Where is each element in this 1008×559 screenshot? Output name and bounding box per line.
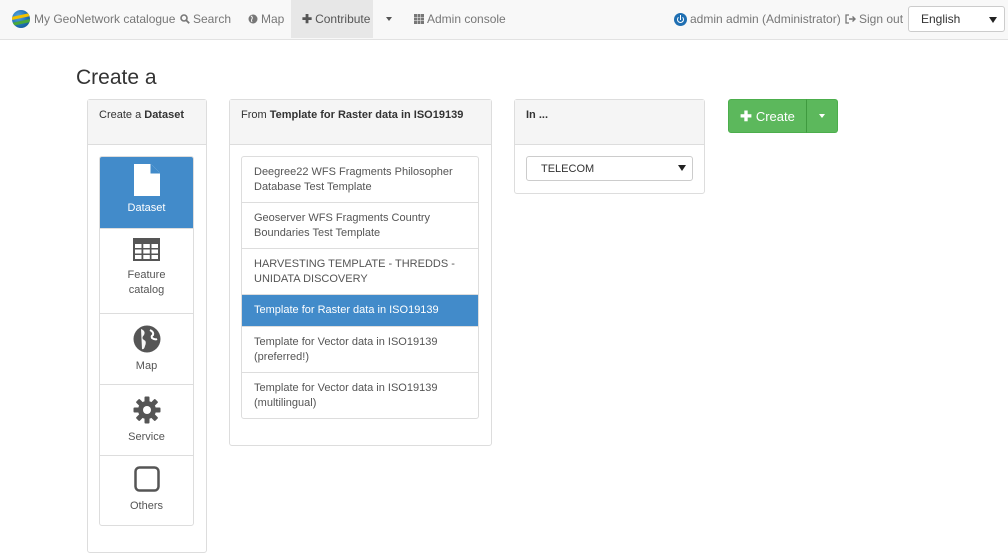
create-dropdown-toggle[interactable] bbox=[806, 99, 838, 133]
nav-search[interactable]: Search bbox=[180, 0, 231, 38]
square-icon bbox=[133, 466, 160, 492]
geonetwork-logo-icon bbox=[12, 10, 30, 28]
type-list: Dataset Feature catalog Map Service Othe… bbox=[99, 156, 194, 526]
type-item-service[interactable]: Service bbox=[100, 385, 193, 456]
type-item-dataset[interactable]: Dataset bbox=[100, 157, 193, 229]
template-panel-heading: From Template for Raster data in ISO1913… bbox=[230, 100, 491, 145]
cog-icon bbox=[133, 396, 160, 424]
nav-admin-console-label: Admin console bbox=[427, 12, 506, 26]
group-select-value: TELECOM bbox=[541, 162, 595, 175]
type-heading-prefix: Create a bbox=[99, 109, 145, 121]
type-item-feature-catalog[interactable]: Feature catalog bbox=[100, 229, 193, 314]
nav-admin-console[interactable]: Admin console bbox=[414, 0, 506, 38]
template-item[interactable]: Deegree22 WFS Fragments Philosopher Data… bbox=[242, 157, 478, 203]
type-item-label: Dataset bbox=[127, 202, 166, 214]
template-item-selected[interactable]: Template for Raster data in ISO19139 bbox=[242, 295, 478, 327]
group-panel: In ... TELECOM bbox=[514, 99, 705, 194]
file-icon bbox=[133, 164, 160, 196]
dropdown-arrow-icon bbox=[678, 165, 686, 171]
globe-icon bbox=[133, 325, 160, 353]
type-heading-type: Dataset bbox=[144, 109, 184, 121]
type-panel-heading: Create a Dataset bbox=[88, 100, 206, 145]
template-item-label: Geoserver WFS Fragments Country Boundari… bbox=[254, 211, 431, 239]
nav-map-label: Map bbox=[261, 12, 285, 26]
template-heading-prefix: From bbox=[241, 109, 270, 121]
nav-user-label: admin admin (Administrator) bbox=[690, 12, 841, 26]
sign-out-icon bbox=[845, 14, 856, 24]
chevron-down-icon bbox=[386, 17, 392, 21]
page-title: Create a bbox=[76, 66, 157, 89]
type-item-label: Map bbox=[135, 360, 158, 372]
template-item-label: Template for Raster data in ISO19139 bbox=[254, 304, 439, 316]
type-item-others[interactable]: Others bbox=[100, 456, 193, 525]
template-item[interactable]: Template for Vector data in ISO19139 (mu… bbox=[242, 373, 478, 418]
template-item[interactable]: HARVESTING TEMPLATE - THREDDS - UNIDATA … bbox=[242, 249, 478, 295]
template-heading-name: Template for Raster data in ISO19139 bbox=[269, 109, 464, 121]
nav-map[interactable]: Map bbox=[248, 0, 284, 38]
template-item[interactable]: Geoserver WFS Fragments Country Boundari… bbox=[242, 203, 478, 249]
group-heading-label: In ... bbox=[526, 109, 548, 121]
chevron-down-icon bbox=[819, 114, 825, 118]
template-item-label: Template for Vector data in ISO19139 (mu… bbox=[254, 381, 438, 409]
template-item-label: HARVESTING TEMPLATE - THREDDS - UNIDATA … bbox=[254, 257, 455, 285]
type-item-label: Others bbox=[129, 500, 163, 512]
template-panel: From Template for Raster data in ISO1913… bbox=[229, 99, 492, 446]
type-item-label: Service bbox=[128, 431, 165, 443]
grid-icon bbox=[414, 14, 424, 24]
create-button[interactable]: ✚ Create bbox=[728, 99, 807, 133]
template-item-label: Deegree22 WFS Fragments Philosopher Data… bbox=[254, 165, 453, 193]
brand-label: My GeoNetwork catalogue bbox=[34, 12, 176, 26]
group-panel-heading: In ... bbox=[515, 100, 704, 145]
language-select-value: English bbox=[921, 12, 961, 26]
type-item-label: Feature catalog bbox=[127, 269, 166, 296]
nav-search-label: Search bbox=[193, 12, 232, 26]
dropdown-arrow-icon bbox=[989, 17, 997, 23]
brand-link[interactable]: My GeoNetwork catalogue bbox=[12, 0, 175, 38]
type-item-map[interactable]: Map bbox=[100, 314, 193, 385]
nav-contribute-label: Contribute bbox=[315, 12, 371, 26]
nav-contribute-dropdown[interactable] bbox=[373, 0, 405, 38]
plus-icon: ✚ bbox=[302, 12, 313, 26]
create-button-label: Create bbox=[755, 108, 795, 124]
language-select[interactable]: English bbox=[908, 6, 1005, 32]
nav-sign-out-label: Sign out bbox=[859, 12, 904, 26]
table-icon bbox=[133, 238, 160, 261]
globe-icon bbox=[248, 14, 258, 24]
group-select[interactable]: TELECOM bbox=[526, 156, 693, 181]
top-navbar: My GeoNetwork catalogue Search Map ✚ Con… bbox=[0, 0, 1008, 40]
plus-icon: ✚ bbox=[740, 107, 752, 124]
nav-user[interactable]: admin admin (Administrator) bbox=[674, 0, 841, 38]
power-icon bbox=[674, 12, 687, 26]
type-panel: Create a Dataset Dataset Feature catalog bbox=[87, 99, 207, 553]
nav-sign-out[interactable]: Sign out bbox=[845, 0, 903, 38]
nav-contribute[interactable]: ✚ Contribute bbox=[291, 0, 373, 38]
template-item-label: Template for Vector data in ISO19139 (pr… bbox=[254, 335, 438, 363]
search-icon bbox=[180, 14, 190, 24]
template-item[interactable]: Template for Vector data in ISO19139 (pr… bbox=[242, 327, 478, 373]
template-list: Deegree22 WFS Fragments Philosopher Data… bbox=[241, 156, 479, 419]
